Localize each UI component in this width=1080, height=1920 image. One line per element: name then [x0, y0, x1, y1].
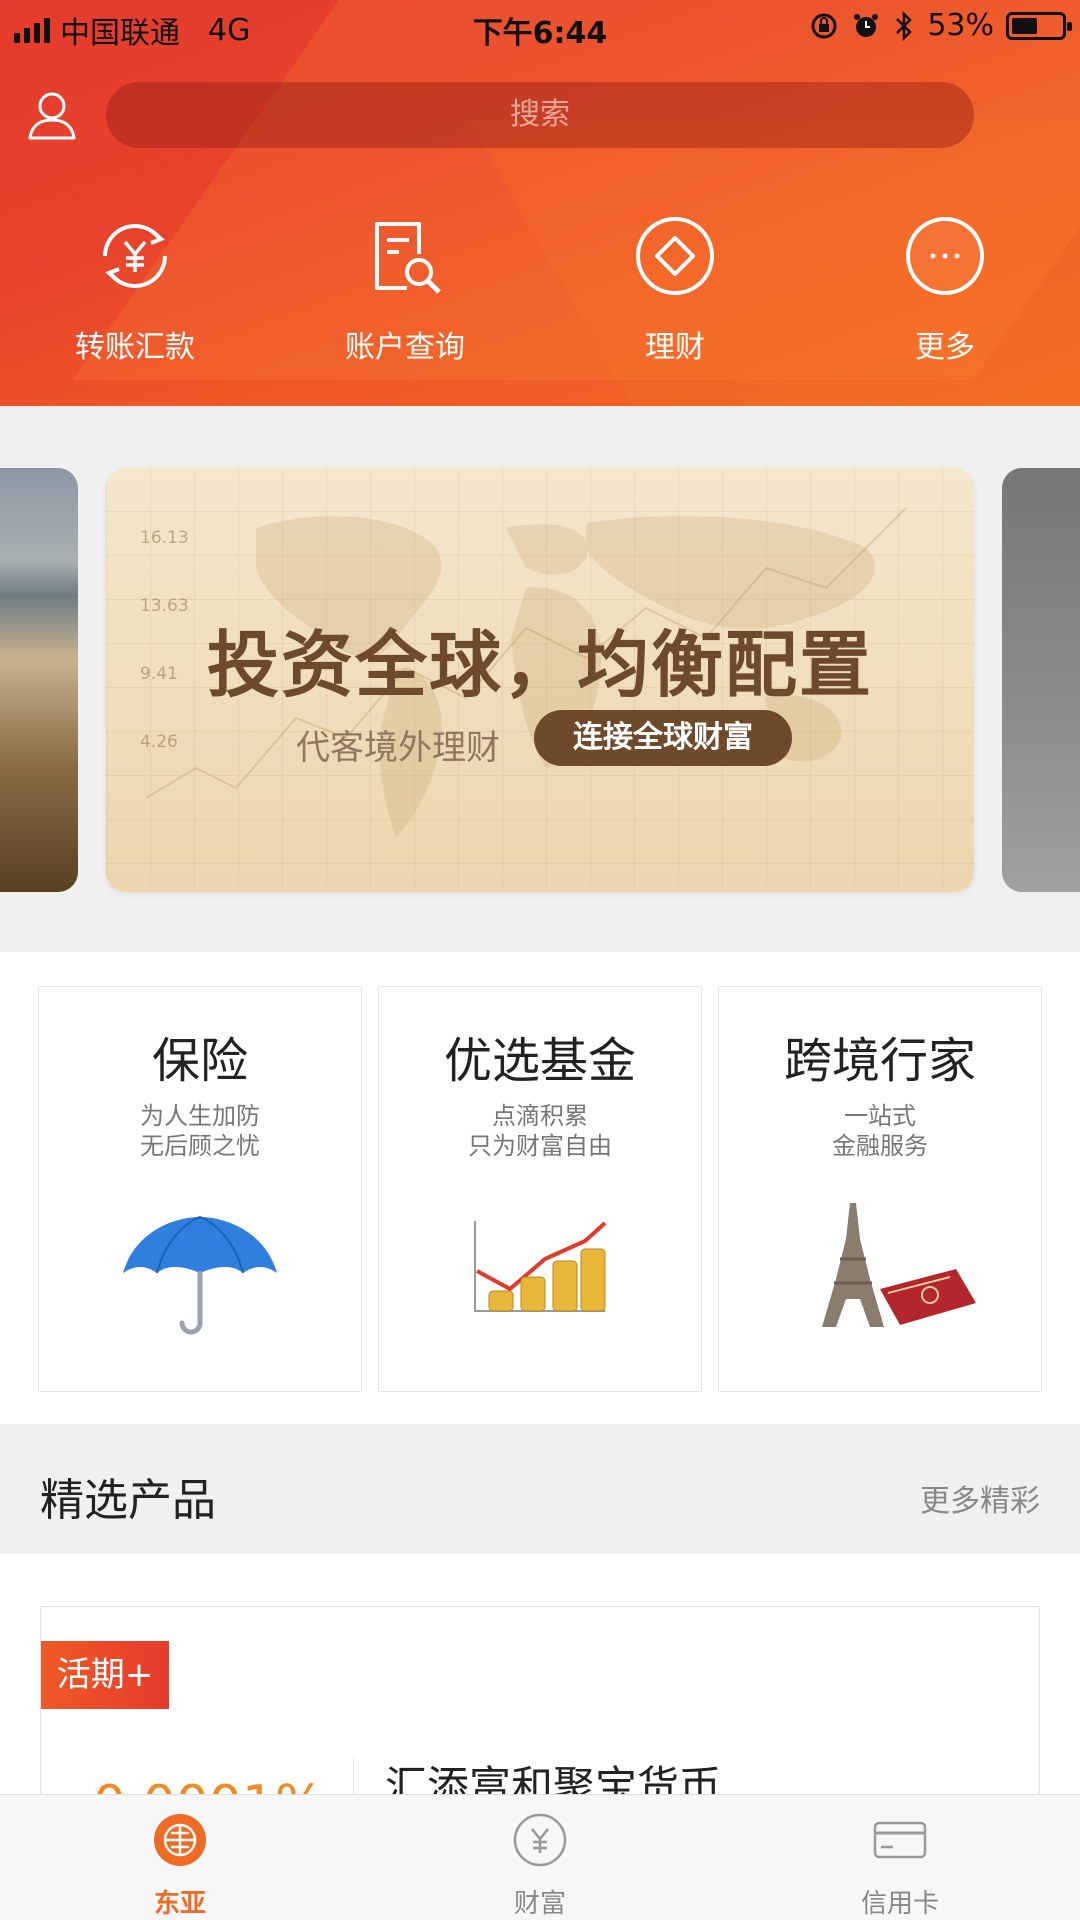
diamond-icon	[636, 217, 714, 295]
chart-tick-label: 16.13	[140, 528, 189, 548]
chart-tick-label: 4.26	[140, 732, 178, 752]
category-section: 保险 为人生加防 无后顾之忧 优选基金 点滴积累 只为财富自由 跨境行家 一站式…	[0, 952, 1080, 1424]
coins-chart-icon	[474, 1221, 607, 1312]
quick-action-transfer[interactable]: 转账汇款	[0, 214, 270, 365]
banner-slide-next[interactable]	[1002, 468, 1080, 892]
category-title: 跨境行家	[783, 1033, 976, 1089]
featured-section-header: 精选产品 更多精彩	[0, 1424, 1080, 1554]
more-dots-icon	[906, 217, 984, 295]
tab-label: 东亚	[153, 1889, 206, 1919]
quick-action-more[interactable]: 更多	[810, 214, 1080, 365]
user-profile-button[interactable]	[22, 86, 82, 146]
tab-wealth[interactable]: 财富	[460, 1813, 620, 1920]
header: 中国联通 4G 下午6:44 53% 搜索 转账汇款 账户查询 理财 更多	[0, 0, 1080, 406]
bluetooth-icon	[896, 10, 913, 41]
umbrella-icon	[123, 1215, 277, 1335]
tab-label: 财富	[513, 1889, 566, 1919]
quick-action-label: 转账汇款	[75, 330, 195, 365]
category-title: 保险	[151, 1033, 248, 1089]
banner-slide-current[interactable]: 16.13 13.63 9.41 4.26 投资全球，均衡配置 代客境外理财 连…	[106, 468, 974, 892]
search-input[interactable]: 搜索	[106, 82, 974, 148]
tab-label: 信用卡	[860, 1889, 939, 1919]
banner-carousel[interactable]: 16.13 13.63 9.41 4.26 投资全球，均衡配置 代客境外理财 连…	[0, 406, 1080, 952]
alarm-icon	[854, 13, 879, 37]
banner-title: 投资全球，均衡配置	[206, 623, 873, 707]
quick-action-label: 理财	[645, 330, 705, 365]
category-desc-line: 为人生加防	[140, 1102, 260, 1130]
bank-logo-icon	[154, 1814, 206, 1866]
section-title: 精选产品	[40, 1475, 216, 1526]
battery-icon	[1006, 11, 1072, 40]
banner-slide-previous[interactable]	[0, 468, 78, 892]
tab-bar: 东亚 财富 信用卡	[0, 1794, 1080, 1920]
category-desc-line: 无后顾之忧	[140, 1132, 260, 1160]
category-desc-line: 只为财富自由	[468, 1132, 612, 1160]
tab-credit-card[interactable]: 信用卡	[820, 1813, 980, 1920]
banner-subtitle: 代客境外理财	[296, 728, 500, 768]
quick-action-wealth[interactable]: 理财	[540, 214, 810, 365]
product-list: 活期+ 0.0001% 汇添富和聚宝货币	[0, 1554, 1080, 1866]
category-card-funds[interactable]: 优选基金 点滴积累 只为财富自由	[378, 986, 702, 1392]
quick-action-label: 账户查询	[345, 330, 465, 365]
product-tag: 活期+	[41, 1641, 169, 1709]
yuan-coin-icon	[513, 1813, 567, 1867]
quick-action-account-query[interactable]: 账户查询	[270, 214, 540, 365]
category-card-cross-border[interactable]: 跨境行家 一站式 金融服务	[718, 986, 1042, 1392]
category-desc-line: 点滴积累	[492, 1102, 588, 1130]
eiffel-passport-icon	[822, 1203, 976, 1327]
tab-home[interactable]: 东亚	[100, 1813, 260, 1920]
banner-cta-button[interactable]: 连接全球财富	[534, 710, 792, 766]
quick-action-label: 更多	[915, 330, 975, 365]
status-bar: 中国联通 4G 下午6:44 53%	[0, 0, 1080, 54]
home-screen: 中国联通 4G 下午6:44 53% 搜索 转账汇款 账户查询 理财 更多 16…	[0, 0, 1080, 1920]
category-desc-line: 金融服务	[832, 1132, 928, 1160]
document-search-icon	[375, 222, 441, 294]
credit-card-icon	[873, 1821, 927, 1859]
category-card-insurance[interactable]: 保险 为人生加防 无后顾之忧	[38, 986, 362, 1392]
user-icon	[28, 92, 76, 140]
category-title: 优选基金	[443, 1033, 636, 1089]
category-desc-line: 一站式	[844, 1102, 916, 1130]
more-link[interactable]: 更多精彩	[920, 1476, 1040, 1520]
yuan-exchange-icon	[103, 224, 167, 288]
rotation-lock-icon	[811, 13, 837, 38]
battery-percent: 53%	[927, 8, 994, 43]
